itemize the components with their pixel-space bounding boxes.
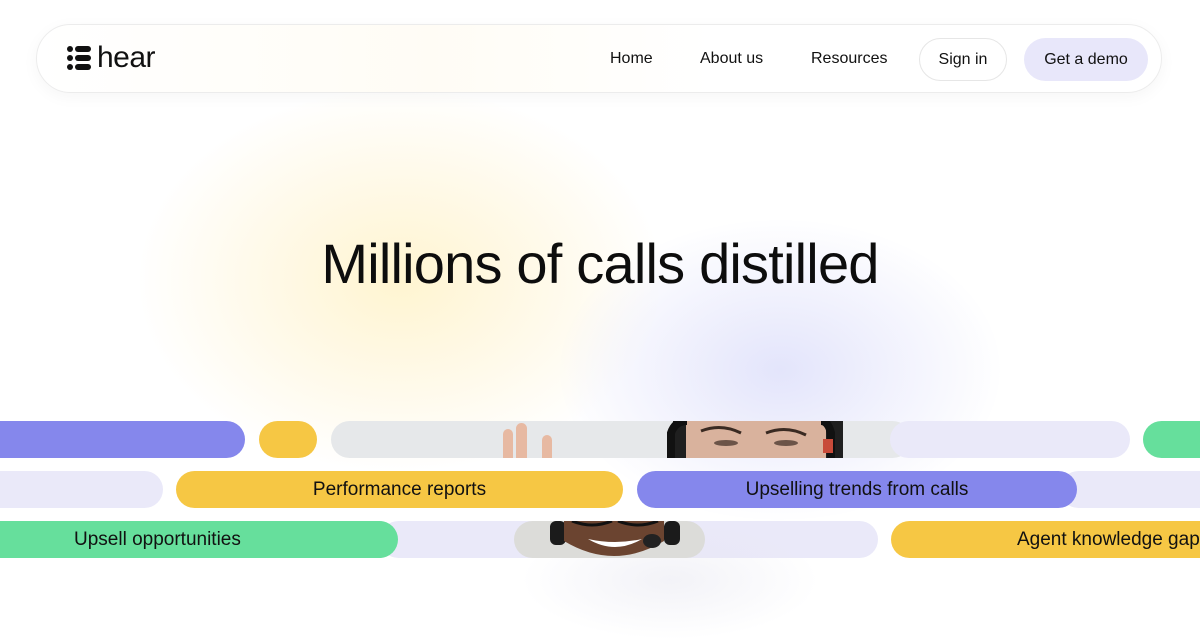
tag-label: Performance reports: [312, 478, 487, 500]
tag-pill-performance-reports: Performance reports: [176, 471, 623, 508]
tag-label: Agent knowledge gap: [1017, 528, 1200, 550]
tag-label: Upselling trends from calls: [745, 478, 969, 500]
sign-in-button[interactable]: Sign in: [919, 38, 1007, 81]
top-navigation: hear Home About us Resources Sign in Get…: [36, 24, 1162, 93]
tag-pill-upsell-opportunities: Upsell opportunities: [0, 521, 398, 558]
decorative-pill: [0, 471, 163, 508]
decorative-pill: [0, 421, 245, 458]
photo-pill-agent-smiling: [514, 521, 705, 558]
nav-link-resources[interactable]: Resources: [811, 49, 887, 69]
photo-pill-agent-waving: [331, 421, 911, 458]
tag-label: Upsell opportunities: [74, 528, 241, 550]
brand-logo[interactable]: hear: [67, 41, 156, 74]
decorative-pill: [1143, 421, 1200, 458]
agent-photo-icon: [503, 421, 843, 458]
tag-pill-upselling-trends: Upselling trends from calls: [637, 471, 1077, 508]
brand-name: hear: [97, 41, 156, 74]
stacked-bars-logo-icon: [67, 46, 91, 70]
tag-pill-agent-knowledge-gap: Agent knowledge gap: [891, 521, 1200, 558]
decorative-pill: [259, 421, 317, 458]
nav-link-home[interactable]: Home: [610, 49, 653, 69]
nav-link-about-us[interactable]: About us: [700, 49, 763, 69]
hero-title: Millions of calls distilled: [321, 231, 879, 295]
decorative-pill: [890, 421, 1130, 458]
get-demo-button[interactable]: Get a demo: [1024, 38, 1148, 81]
agent-photo-icon: [550, 521, 680, 556]
decorative-pill: [1060, 471, 1200, 508]
